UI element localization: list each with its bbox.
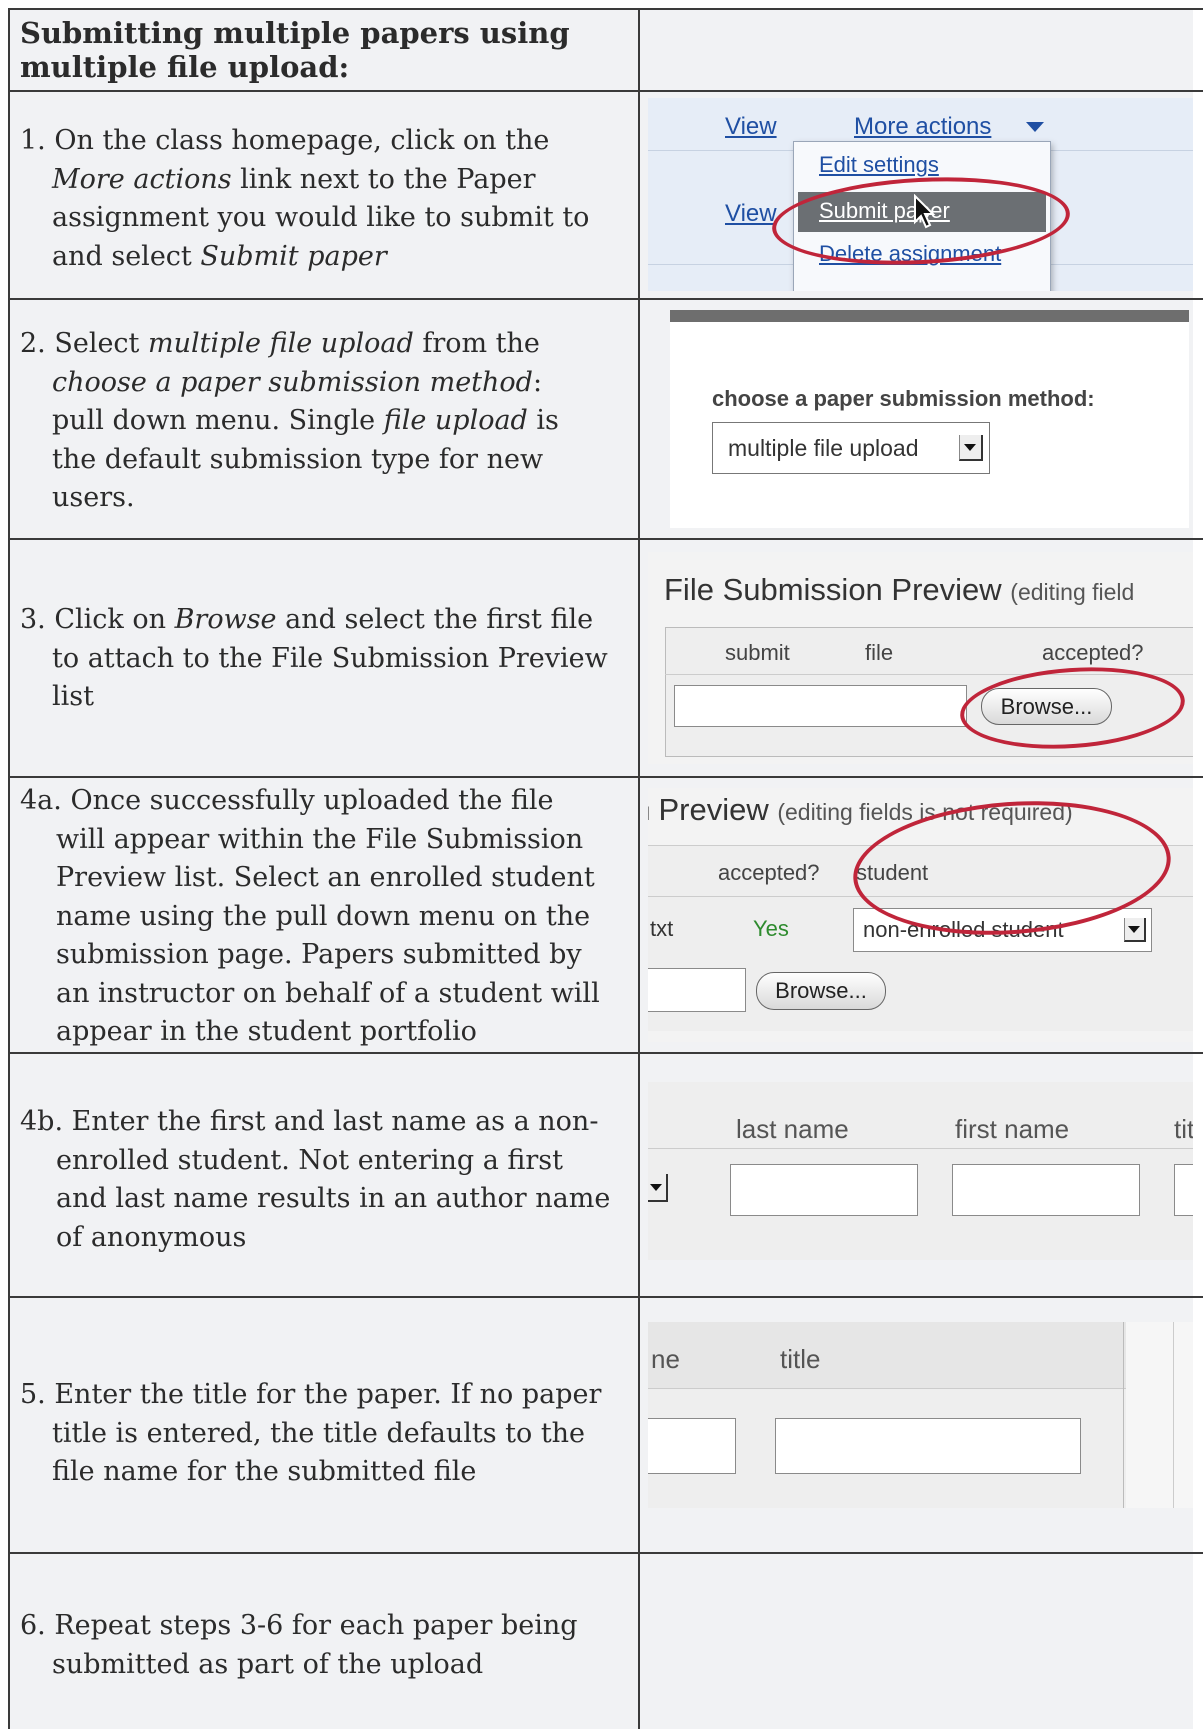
chevron-down-icon — [650, 1184, 662, 1191]
step4a-line: an instructor on behalf of a student wil… — [56, 977, 600, 1009]
step2-line: pull down menu. Single file upload is — [52, 405, 559, 436]
browse-button[interactable]: Browse... — [756, 972, 886, 1010]
step3-text: 3. Click on Browse and select the first … — [20, 601, 635, 717]
submission-method-label: choose a paper submission method: — [712, 386, 1095, 411]
file-extension: txt — [650, 916, 674, 941]
accepted-value: Yes — [753, 916, 789, 941]
chevron-down-icon — [1128, 926, 1140, 933]
step6-line: submitted as part of the upload — [52, 1648, 484, 1680]
step5-text: 5. Enter the title for the paper. If no … — [20, 1376, 635, 1492]
step3-line: 3. Click on Browse and select the first … — [20, 604, 594, 635]
step4a-line: appear in the student portfolio — [56, 1016, 477, 1047]
step4a-line: name using the pull down menu on the — [56, 900, 591, 932]
menu-item-edit-settings[interactable]: Edit settings — [819, 152, 939, 178]
step3-line: to attach to the File Submission Preview — [52, 642, 608, 674]
screenshot-submission-method: choose a paper submission method: multip… — [670, 310, 1189, 528]
chevron-down-icon — [964, 444, 976, 451]
step4b-line: of anonymous — [56, 1221, 247, 1253]
row-divider — [8, 1052, 1203, 1054]
step2-text: 2. Select multiple file upload from the … — [20, 325, 630, 518]
step4b-text: 4b. Enter the first and last name as a n… — [20, 1103, 635, 1257]
chevron-down-icon — [1026, 122, 1044, 132]
step5-line: 5. Enter the title for the paper. If no … — [20, 1379, 602, 1410]
preview-subtitle: (editing field — [1010, 579, 1135, 605]
table-column-divider — [638, 8, 640, 1729]
step3-line: list — [52, 681, 94, 712]
step6-line: 6. Repeat steps 3-6 for each paper being — [20, 1610, 578, 1641]
preview-title: File Submission Preview — [664, 572, 1002, 607]
col-partial: ne — [651, 1344, 680, 1374]
step5-line: file name for the submitted file — [52, 1456, 477, 1487]
step1-line: More actions link next to the Paper — [52, 163, 536, 195]
step5-line: title is entered, the title defaults to … — [52, 1417, 586, 1449]
step4a-line: submission page. Papers submitted by — [56, 939, 582, 970]
row-divider — [8, 298, 1203, 300]
last-name-input[interactable] — [730, 1164, 918, 1216]
step4b-line: 4b. Enter the first and last name as a n… — [20, 1106, 599, 1137]
col-title: title — [780, 1344, 821, 1374]
screenshot-title-field: ne title — [648, 1322, 1193, 1508]
col-first-name: first name — [955, 1114, 1070, 1144]
table-border-top — [8, 8, 1203, 10]
step2-line: the default submission type for new — [52, 443, 544, 475]
screenshot-name-fields: last name first name tit — [648, 1082, 1193, 1260]
file-path-input[interactable] — [674, 685, 967, 727]
step4a-line: will appear within the File Submission — [56, 823, 584, 855]
col-last-name: last name — [736, 1114, 849, 1144]
first-name-input[interactable] — [952, 1164, 1140, 1216]
step1-line: assignment you would like to submit to — [52, 202, 590, 233]
more-actions-link[interactable]: More actions — [854, 113, 991, 141]
file-path-input[interactable] — [648, 968, 746, 1012]
table-border-left — [8, 8, 10, 1729]
col-accepted: accepted? — [1042, 640, 1144, 665]
step4b-line: and last name results in an author name — [56, 1183, 611, 1214]
previous-field-partial[interactable] — [648, 1418, 736, 1474]
row-divider — [8, 1296, 1203, 1298]
row-divider — [8, 90, 1203, 92]
col-title-partial: tit — [1174, 1114, 1193, 1144]
col-submit: submit — [725, 640, 790, 665]
title-line-2: multiple file upload: — [20, 50, 350, 84]
preview-heading: File Submission Preview (editing field — [664, 572, 1134, 608]
header-right-cell — [640, 10, 1193, 90]
step4b-line: enrolled student. Not entering a first — [56, 1144, 564, 1176]
step4a-line: Preview list. Select an enrolled student — [56, 862, 595, 893]
submission-method-select[interactable]: multiple file upload — [712, 422, 990, 474]
preview-title: Preview — [658, 792, 769, 827]
col-file: file — [865, 640, 894, 665]
row-divider — [8, 1552, 1203, 1554]
step2-line: choose a paper submission method: — [52, 366, 543, 398]
step2-line: 2. Select multiple file upload from the — [20, 328, 540, 359]
step2-line: users. — [52, 482, 135, 513]
step1-line: and select Submit paper — [52, 240, 387, 272]
step4a-line: 4a. Once successfully uploaded the file — [20, 785, 554, 816]
step1-line: 1. On the class homepage, click on the — [20, 125, 550, 156]
table-title: Submitting multiple papers using multipl… — [20, 16, 620, 84]
step1-text: 1. On the class homepage, click on the M… — [20, 122, 630, 276]
row-divider — [8, 776, 1203, 778]
title-input-partial[interactable] — [1174, 1164, 1193, 1216]
col-accepted: accepted? — [718, 860, 820, 885]
title-input[interactable] — [775, 1418, 1081, 1474]
select-value: multiple file upload — [728, 435, 919, 461]
view-link-2[interactable]: View — [725, 200, 777, 228]
step4a-text: 4a. Once successfully uploaded the file … — [20, 782, 635, 1052]
step6-text: 6. Repeat steps 3-6 for each paper being… — [20, 1607, 635, 1684]
title-line-1: Submitting multiple papers using — [20, 16, 570, 50]
view-link[interactable]: View — [725, 113, 777, 141]
step6-image-cell — [640, 1554, 1193, 1729]
row-divider — [8, 538, 1203, 540]
